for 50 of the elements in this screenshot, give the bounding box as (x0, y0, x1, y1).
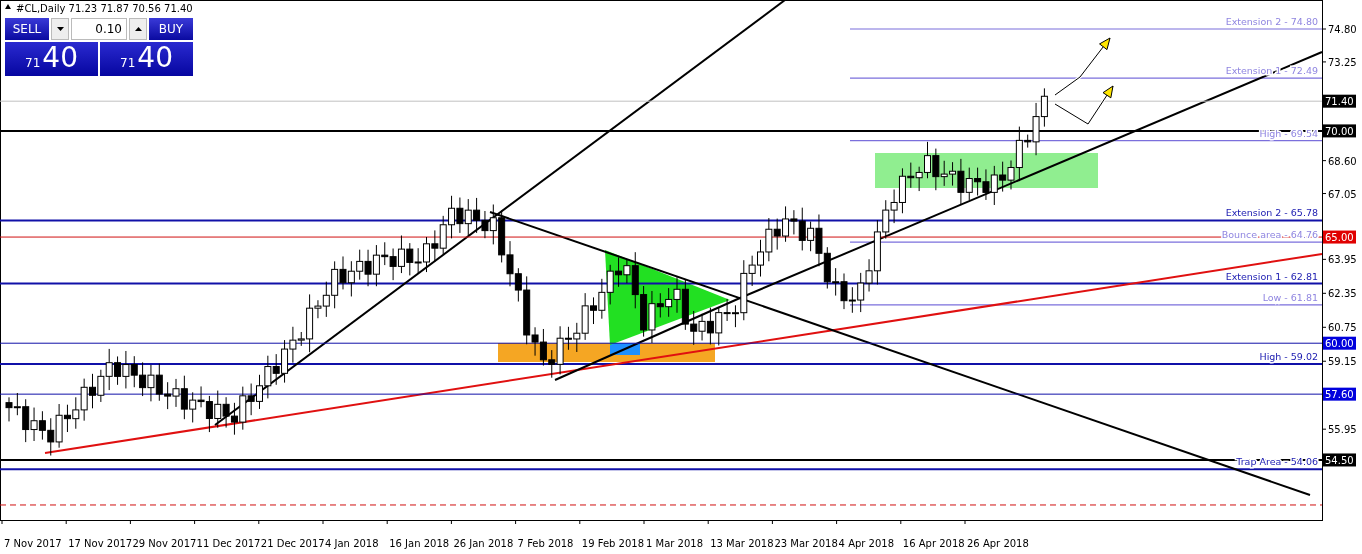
date-label: 29 Nov 2017 (132, 538, 197, 549)
axis-label: 63.95 (1328, 254, 1357, 266)
ask-price[interactable]: 71 40 (100, 42, 193, 76)
date-label: 1 Mar 2018 (646, 538, 704, 549)
level-label: Extension 1 - 72.49 (1225, 65, 1318, 77)
axis-label: 74.80 (1328, 24, 1357, 35)
axis-label: 68.60 (1328, 155, 1357, 167)
lot-field[interactable]: 0.10 (71, 18, 127, 40)
sell-button[interactable]: SELL (5, 18, 49, 40)
axis-label: 59.15 (1328, 356, 1357, 368)
axis-label: 60.75 (1328, 322, 1357, 334)
increase-button[interactable] (129, 18, 147, 40)
date-label: 7 Nov 2017 (4, 538, 62, 549)
arrow-drawing (1054, 37, 1112, 97)
axis-label: 62.35 (1328, 288, 1357, 300)
chart-title: #CL,Daily 71.23 71.87 70.56 71.40 (16, 3, 193, 14)
date-label: 16 Jan 2018 (389, 538, 450, 549)
date-label: 4 Apr 2018 (838, 538, 895, 549)
date-label: 26 Jan 2018 (453, 538, 514, 549)
price-badge: 57.60 (1323, 387, 1356, 401)
date-label: 13 Mar 2018 (710, 538, 774, 549)
axis-label: 55.95 (1328, 424, 1357, 436)
axis-label: 73.25 (1328, 56, 1357, 68)
bid-price[interactable]: 71 40 (5, 42, 98, 76)
date-label: 19 Feb 2018 (581, 538, 645, 549)
date-label: 11 Dec 2017 (196, 538, 261, 549)
price-badge: 54.50 (1323, 453, 1356, 467)
collapse-icon[interactable] (5, 4, 11, 9)
price-badge: 60.00 (1323, 336, 1356, 350)
date-label: 23 Mar 2018 (774, 538, 838, 549)
caret-up-icon (134, 27, 142, 31)
buy-button[interactable]: BUY (149, 18, 193, 40)
date-label: 26 Apr 2018 (967, 538, 1029, 549)
date-label: 21 Dec 2017 (260, 538, 325, 549)
arrow-drawing (1054, 85, 1115, 127)
caret-down-icon (56, 27, 64, 31)
price-badge: 71.40 (1323, 94, 1356, 108)
axis-label: 67.05 (1328, 188, 1357, 200)
date-label: 16 Apr 2018 (902, 538, 965, 549)
date-label: 17 Nov 2017 (68, 538, 133, 549)
price-badge: 65.00 (1323, 230, 1356, 244)
level-label: Low - 61.81 (1262, 291, 1318, 303)
date-label: 7 Feb 2018 (517, 538, 574, 549)
date-label: 4 Jan 2018 (325, 538, 379, 549)
level-label: Extension 2 - 65.78 (1225, 207, 1318, 219)
decrease-button[interactable] (51, 18, 69, 40)
level-label: Extension 2 - 74.80 (1225, 16, 1318, 27)
price-badge: 70.00 (1323, 124, 1356, 138)
level-label: High - 59.02 (1259, 351, 1318, 362)
level-label: Extension 1 - 62.81 (1225, 270, 1318, 282)
